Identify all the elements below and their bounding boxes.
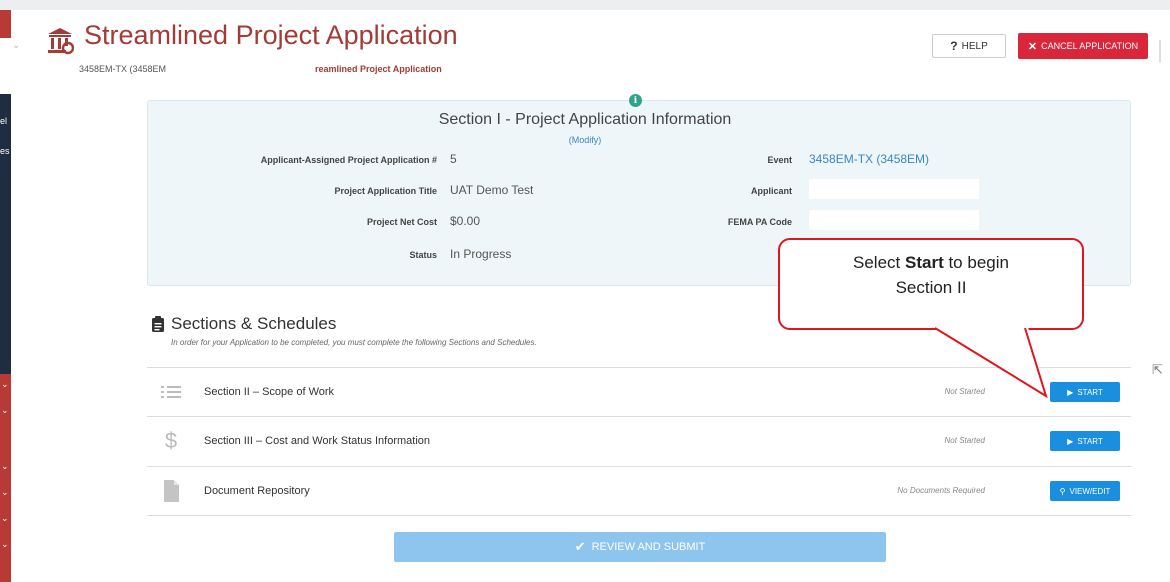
review-label: REVIEW AND SUBMIT [591, 541, 706, 553]
app-number-label: Applicant-Assigned Project Application # [260, 155, 437, 165]
breadcrumb-application: reamlined Project Application [315, 64, 442, 74]
clipboard-icon [152, 316, 164, 332]
app-number-value: 5 [450, 152, 457, 166]
net-cost-value: $0.00 [450, 214, 481, 228]
list-item: $ Section III – Cost and Work Status Inf… [147, 416, 1131, 465]
check-icon: ✔ [574, 539, 586, 554]
event-label: Event [767, 155, 792, 165]
view-edit-label: VIEW/EDIT [1069, 486, 1111, 496]
breadcrumb-event: 3458EM-TX (3458EM [79, 64, 167, 74]
status-badge: Not Started [944, 436, 985, 445]
collapse-chevron-icon[interactable]: ⌄ [12, 40, 20, 51]
chevron-down-icon[interactable]: ⌄ [1, 514, 9, 523]
chevron-down-icon[interactable]: ⌄ [1, 488, 9, 497]
search-icon: ⚲ [1059, 486, 1066, 496]
help-button[interactable]: ? HELP [932, 34, 1006, 58]
status-badge: No Documents Required [897, 486, 985, 495]
chevron-down-icon[interactable]: ⌄ [1, 540, 9, 549]
close-icon: ✕ [1027, 40, 1038, 53]
title-label: Project Application Title [334, 186, 437, 196]
left-sidebar: el es ⌄ ⌄ ⌄ ⌄ ⌄ ⌄ [0, 10, 11, 582]
start-label: START [1077, 436, 1103, 446]
status-value: In Progress [450, 247, 512, 261]
chevron-down-icon[interactable]: ⌄ [1, 462, 9, 471]
sections-subtext: In order for your Application to be comp… [171, 338, 537, 347]
play-icon: ▶ [1067, 387, 1074, 397]
instruction-callout: Select Start to begin Section II [778, 238, 1084, 330]
fema-code-value [809, 210, 979, 230]
status-label: Status [409, 250, 437, 260]
start-button[interactable]: ▶ START [1050, 431, 1120, 451]
row-label: Section III – Cost and Work Status Infor… [204, 435, 431, 447]
chevron-down-icon[interactable]: ⌄ [1, 406, 9, 415]
event-link[interactable]: 3458EM-TX (3458EM) [809, 152, 929, 166]
chevron-down-icon[interactable]: ⌄ [1, 380, 9, 389]
modify-link[interactable]: (Modify) [0, 135, 1170, 145]
cancel-application-button[interactable]: ✕ CANCEL APPLICATION [1018, 33, 1148, 59]
applicant-value [809, 179, 979, 199]
review-submit-button[interactable]: ✔ REVIEW AND SUBMIT [394, 532, 886, 562]
document-icon [164, 480, 179, 502]
callout-pre: Select [853, 253, 905, 272]
title-value: UAT Demo Test [450, 183, 534, 197]
right-edge-divider [1159, 40, 1161, 62]
view-edit-button[interactable]: ⚲ VIEW/EDIT [1050, 481, 1120, 501]
fema-code-label: FEMA PA Code [727, 217, 792, 227]
list-item: Section II – Scope of Work Not Started ▶… [147, 367, 1131, 416]
info-icon[interactable]: i [629, 94, 642, 107]
applicant-label: Applicant [750, 186, 792, 196]
start-button[interactable]: ▶ START [1050, 382, 1120, 402]
status-badge: Not Started [944, 387, 985, 396]
page-title: Streamlined Project Application [84, 20, 458, 50]
row-label: Section II – Scope of Work [204, 386, 335, 398]
net-cost-label: Project Net Cost [366, 217, 437, 227]
top-strip [0, 0, 1170, 10]
question-icon: ? [950, 39, 958, 53]
section-title: Section I - Project Application Informat… [438, 111, 732, 128]
sections-heading: Sections & Schedules [151, 314, 336, 334]
cancel-label: CANCEL APPLICATION [1041, 41, 1139, 51]
callout-post: to begin [943, 253, 1009, 272]
play-icon: ▶ [1067, 436, 1074, 446]
mouse-cursor-icon: ⇱ [1152, 362, 1163, 377]
sections-heading-text: Sections & Schedules [171, 314, 337, 333]
start-label: START [1077, 387, 1103, 397]
bank-icon [48, 28, 74, 55]
sidebar-fragment-2[interactable]: es [0, 146, 10, 156]
list-divider [147, 515, 1131, 516]
list-item: Document Repository No Documents Require… [147, 466, 1131, 515]
callout-bold: Start [905, 253, 944, 272]
callout-line2: Section II [895, 278, 967, 297]
sidebar-top-block [0, 10, 11, 38]
row-label: Document Repository [204, 485, 310, 497]
dollar-icon: $ [164, 428, 178, 453]
help-label: HELP [961, 40, 988, 52]
list-icon [161, 386, 181, 398]
